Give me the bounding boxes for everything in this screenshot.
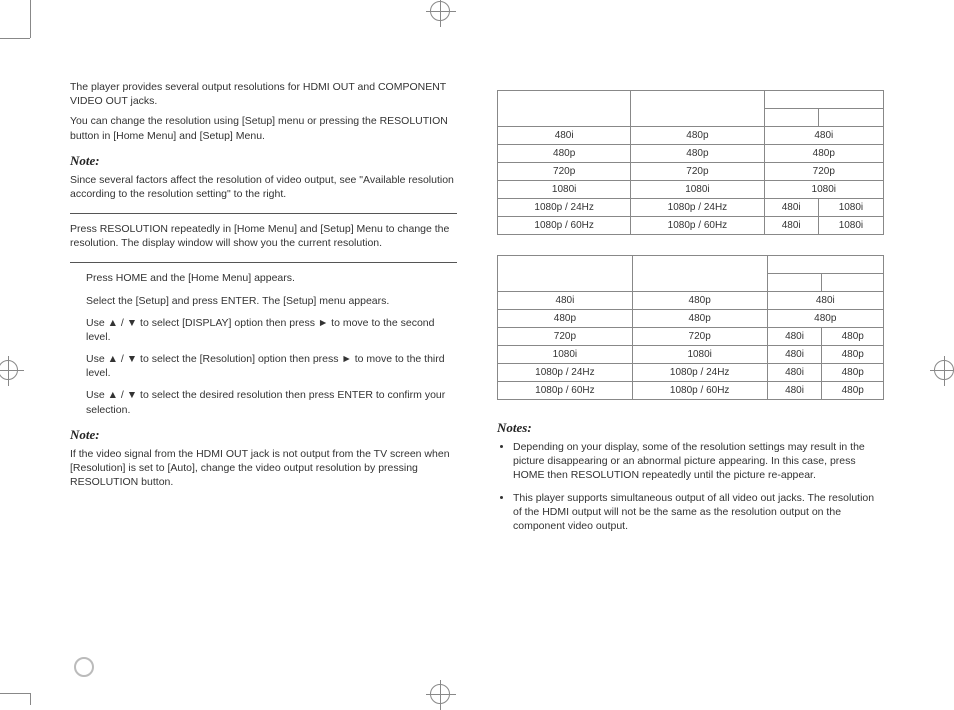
table-cell: 1080p / 24Hz bbox=[632, 364, 767, 382]
table-row: 720p720p480i480p bbox=[498, 328, 884, 346]
table-cell: 720p bbox=[764, 163, 883, 181]
table-cell: 480i bbox=[767, 292, 883, 310]
table-cell: 480i bbox=[767, 382, 822, 400]
resolution-table-2: 480i480p480i480p480p480p720p720p480i480p… bbox=[497, 255, 884, 400]
notes-label: Notes: bbox=[497, 420, 884, 436]
table-cell: 720p bbox=[632, 328, 767, 346]
table-row: 1080p / 24Hz1080p / 24Hz480i1080i bbox=[498, 199, 884, 217]
table-cell: 1080i bbox=[631, 181, 764, 199]
table-cell: 1080p / 60Hz bbox=[498, 382, 633, 400]
press-resolution-para: Press RESOLUTION repeatedly in [Home Men… bbox=[70, 222, 457, 250]
step-item: Use ▲ / ▼ to select [DISPLAY] option the… bbox=[86, 316, 457, 344]
step-item: Press HOME and the [Home Menu] appears. bbox=[86, 271, 457, 285]
table-cell: 480p bbox=[631, 127, 764, 145]
table-row: 1080p / 24Hz1080p / 24Hz480i480p bbox=[498, 364, 884, 382]
table-cell: 480p bbox=[764, 145, 883, 163]
note-2-body: If the video signal from the HDMI OUT ja… bbox=[70, 447, 457, 490]
notes-bullets: Depending on your display, some of the r… bbox=[513, 440, 884, 533]
page-content: The player provides several output resol… bbox=[70, 80, 884, 645]
table-row: 1080p / 60Hz1080p / 60Hz480i480p bbox=[498, 382, 884, 400]
table-cell: 1080p / 24Hz bbox=[631, 199, 764, 217]
table-cell: 720p bbox=[498, 163, 631, 181]
table-row: 1080i1080i1080i bbox=[498, 181, 884, 199]
table-cell: 480i bbox=[764, 199, 818, 217]
table-row: 480p480p480p bbox=[498, 310, 884, 328]
note-bullet: This player supports simultaneous output… bbox=[513, 491, 884, 534]
table-cell: 480i bbox=[764, 217, 818, 235]
table-cell: 480i bbox=[767, 364, 822, 382]
table-row: 1080p / 60Hz1080p / 60Hz480i1080i bbox=[498, 217, 884, 235]
table-cell: 1080p / 24Hz bbox=[498, 364, 633, 382]
note-bullet: Depending on your display, some of the r… bbox=[513, 440, 884, 483]
table-cell: 480p bbox=[822, 346, 884, 364]
table-cell: 1080p / 24Hz bbox=[498, 199, 631, 217]
table-cell: 720p bbox=[631, 163, 764, 181]
note-1-body: Since several factors affect the resolut… bbox=[70, 173, 457, 201]
table-cell: 1080i bbox=[764, 181, 883, 199]
table-cell: 1080i bbox=[818, 199, 883, 217]
table-cell: 480i bbox=[498, 127, 631, 145]
table-cell: 480p bbox=[632, 292, 767, 310]
table-cell: 480p bbox=[822, 328, 884, 346]
right-column: 480i480p480i480p480p480p720p720p720p1080… bbox=[497, 80, 884, 645]
intro-para-1: The player provides several output resol… bbox=[70, 80, 457, 108]
page-number-circle bbox=[74, 657, 94, 677]
intro-para-2: You can change the resolution using [Set… bbox=[70, 114, 457, 142]
divider-2 bbox=[70, 262, 457, 263]
table-cell: 480i bbox=[764, 127, 883, 145]
table-cell: 1080i bbox=[498, 346, 633, 364]
left-column: The player provides several output resol… bbox=[70, 80, 457, 645]
table-cell: 480p bbox=[498, 145, 631, 163]
table-cell: 480p bbox=[767, 310, 883, 328]
table-cell: 480i bbox=[767, 328, 822, 346]
table-cell: 1080p / 60Hz bbox=[631, 217, 764, 235]
step-item: Use ▲ / ▼ to select the desired resoluti… bbox=[86, 388, 457, 416]
step-item: Select the [Setup] and press ENTER. The … bbox=[86, 294, 457, 308]
table-cell: 1080i bbox=[498, 181, 631, 199]
table-row: 480i480p480i bbox=[498, 127, 884, 145]
table-row: 720p720p720p bbox=[498, 163, 884, 181]
table-cell: 480p bbox=[631, 145, 764, 163]
table-cell: 480p bbox=[632, 310, 767, 328]
table-cell: 480i bbox=[767, 346, 822, 364]
step-item: Use ▲ / ▼ to select the [Resolution] opt… bbox=[86, 352, 457, 380]
table-cell: 480p bbox=[498, 310, 633, 328]
table-cell: 1080i bbox=[632, 346, 767, 364]
table-row: 480p480p480p bbox=[498, 145, 884, 163]
table-row: 1080i1080i480i480p bbox=[498, 346, 884, 364]
table-cell: 1080p / 60Hz bbox=[632, 382, 767, 400]
table-cell: 1080p / 60Hz bbox=[498, 217, 631, 235]
table-cell: 1080i bbox=[818, 217, 883, 235]
table-row: 480i480p480i bbox=[498, 292, 884, 310]
steps-list: Press HOME and the [Home Menu] appears. … bbox=[86, 271, 457, 416]
table-cell: 480p bbox=[822, 364, 884, 382]
resolution-table-1: 480i480p480i480p480p480p720p720p720p1080… bbox=[497, 90, 884, 235]
table-cell: 480i bbox=[498, 292, 633, 310]
note-2-label: Note: bbox=[70, 427, 457, 443]
divider-1 bbox=[70, 213, 457, 214]
table-cell: 720p bbox=[498, 328, 633, 346]
table-cell: 480p bbox=[822, 382, 884, 400]
note-1-label: Note: bbox=[70, 153, 457, 169]
